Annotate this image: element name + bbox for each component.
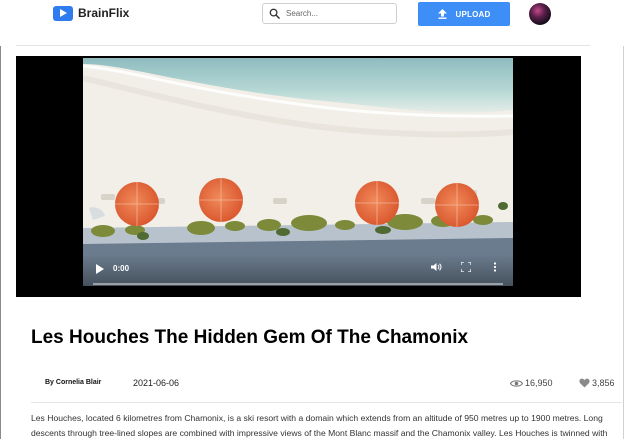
search-input[interactable]	[286, 9, 386, 18]
more-icon[interactable]	[493, 262, 497, 272]
player-controls: 0:00	[83, 254, 513, 286]
current-time: 0:00	[113, 264, 130, 273]
video-player[interactable]: 0:00	[16, 56, 581, 297]
views-count: 16,950	[510, 378, 553, 388]
views-value: 16,950	[525, 378, 553, 388]
brand-logo[interactable]: BrainFlix	[53, 4, 129, 22]
volume-icon[interactable]	[431, 262, 442, 272]
window-border-left	[0, 0, 1, 439]
likes-count[interactable]: 3,856	[579, 378, 615, 388]
play-logo-icon	[53, 5, 73, 21]
upload-label: UPLOAD	[455, 9, 491, 19]
video-frame[interactable]: 0:00	[83, 58, 513, 286]
author-name[interactable]: By Cornelia Blair	[45, 379, 101, 386]
likes-value: 3,856	[592, 378, 615, 388]
progress-bar[interactable]	[93, 283, 503, 285]
avatar[interactable]	[529, 3, 551, 25]
header-divider	[16, 45, 590, 46]
video-title: Les Houches The Hidden Gem Of The Chamon…	[31, 327, 469, 348]
upload-button[interactable]: UPLOAD	[418, 2, 510, 26]
upload-icon	[437, 9, 447, 19]
video-thumbnail-image	[83, 58, 513, 286]
site-header: BrainFlix UPLOAD	[0, 0, 624, 46]
eye-icon	[510, 379, 523, 387]
heart-icon[interactable]	[579, 378, 590, 388]
metadata-divider	[31, 402, 622, 403]
fullscreen-icon[interactable]	[461, 262, 471, 272]
search-icon	[269, 8, 280, 19]
video-description: Les Houches, located 6 kilometres from C…	[31, 413, 608, 438]
publish-date: 2021-06-06	[133, 378, 180, 388]
brand-name: BrainFlix	[78, 6, 130, 20]
play-icon[interactable]	[95, 264, 105, 274]
search-box[interactable]	[262, 3, 397, 24]
